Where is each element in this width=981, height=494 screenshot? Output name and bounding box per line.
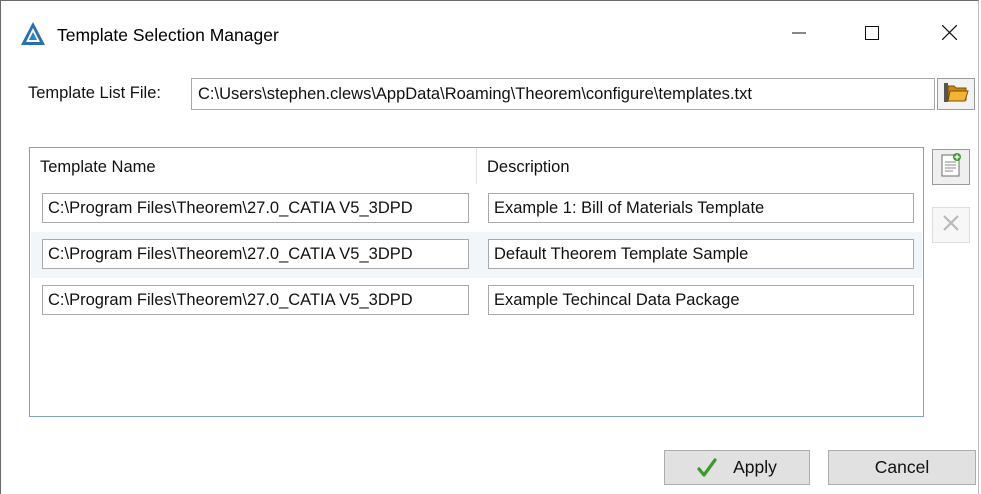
browse-button[interactable] (937, 78, 975, 110)
table-row[interactable] (31, 186, 922, 232)
template-name-cell[interactable] (42, 239, 469, 269)
minimize-button[interactable] (776, 15, 822, 55)
cancel-button[interactable]: Cancel (828, 450, 976, 485)
template-selection-window: Template Selection Manager Template List… (0, 0, 979, 494)
column-header-template-name[interactable]: Template Name (30, 148, 477, 184)
title-bar: Template Selection Manager (1, 1, 978, 65)
close-icon (941, 24, 957, 45)
maximize-button[interactable] (849, 15, 895, 55)
minimize-icon (792, 25, 806, 45)
description-cell[interactable] (488, 239, 914, 269)
folder-open-icon (943, 80, 969, 109)
add-document-icon (939, 152, 963, 183)
table-row[interactable] (31, 278, 922, 324)
checkmark-icon (697, 457, 717, 478)
add-template-button[interactable] (932, 149, 970, 185)
column-header-description[interactable]: Description (477, 148, 923, 184)
remove-template-button[interactable] (932, 207, 970, 243)
description-cell[interactable] (488, 193, 914, 223)
grid-header: Template Name Description (30, 148, 923, 184)
template-name-cell[interactable] (42, 285, 469, 315)
remove-x-icon (941, 213, 961, 238)
template-list-file-label: Template List File: (28, 84, 161, 102)
maximize-icon (865, 25, 879, 45)
templates-grid: Template Name Description (29, 147, 924, 417)
cancel-label: Cancel (874, 457, 930, 477)
template-name-cell[interactable] (42, 193, 469, 223)
table-row[interactable] (31, 232, 922, 278)
description-cell[interactable] (488, 285, 914, 315)
theorem-triangle-icon (20, 21, 46, 47)
apply-label: Apply (733, 457, 777, 477)
template-list-file-input[interactable] (191, 78, 935, 110)
apply-button[interactable]: Apply (664, 450, 810, 485)
window-title: Template Selection Manager (57, 25, 279, 45)
close-button[interactable] (926, 15, 972, 55)
